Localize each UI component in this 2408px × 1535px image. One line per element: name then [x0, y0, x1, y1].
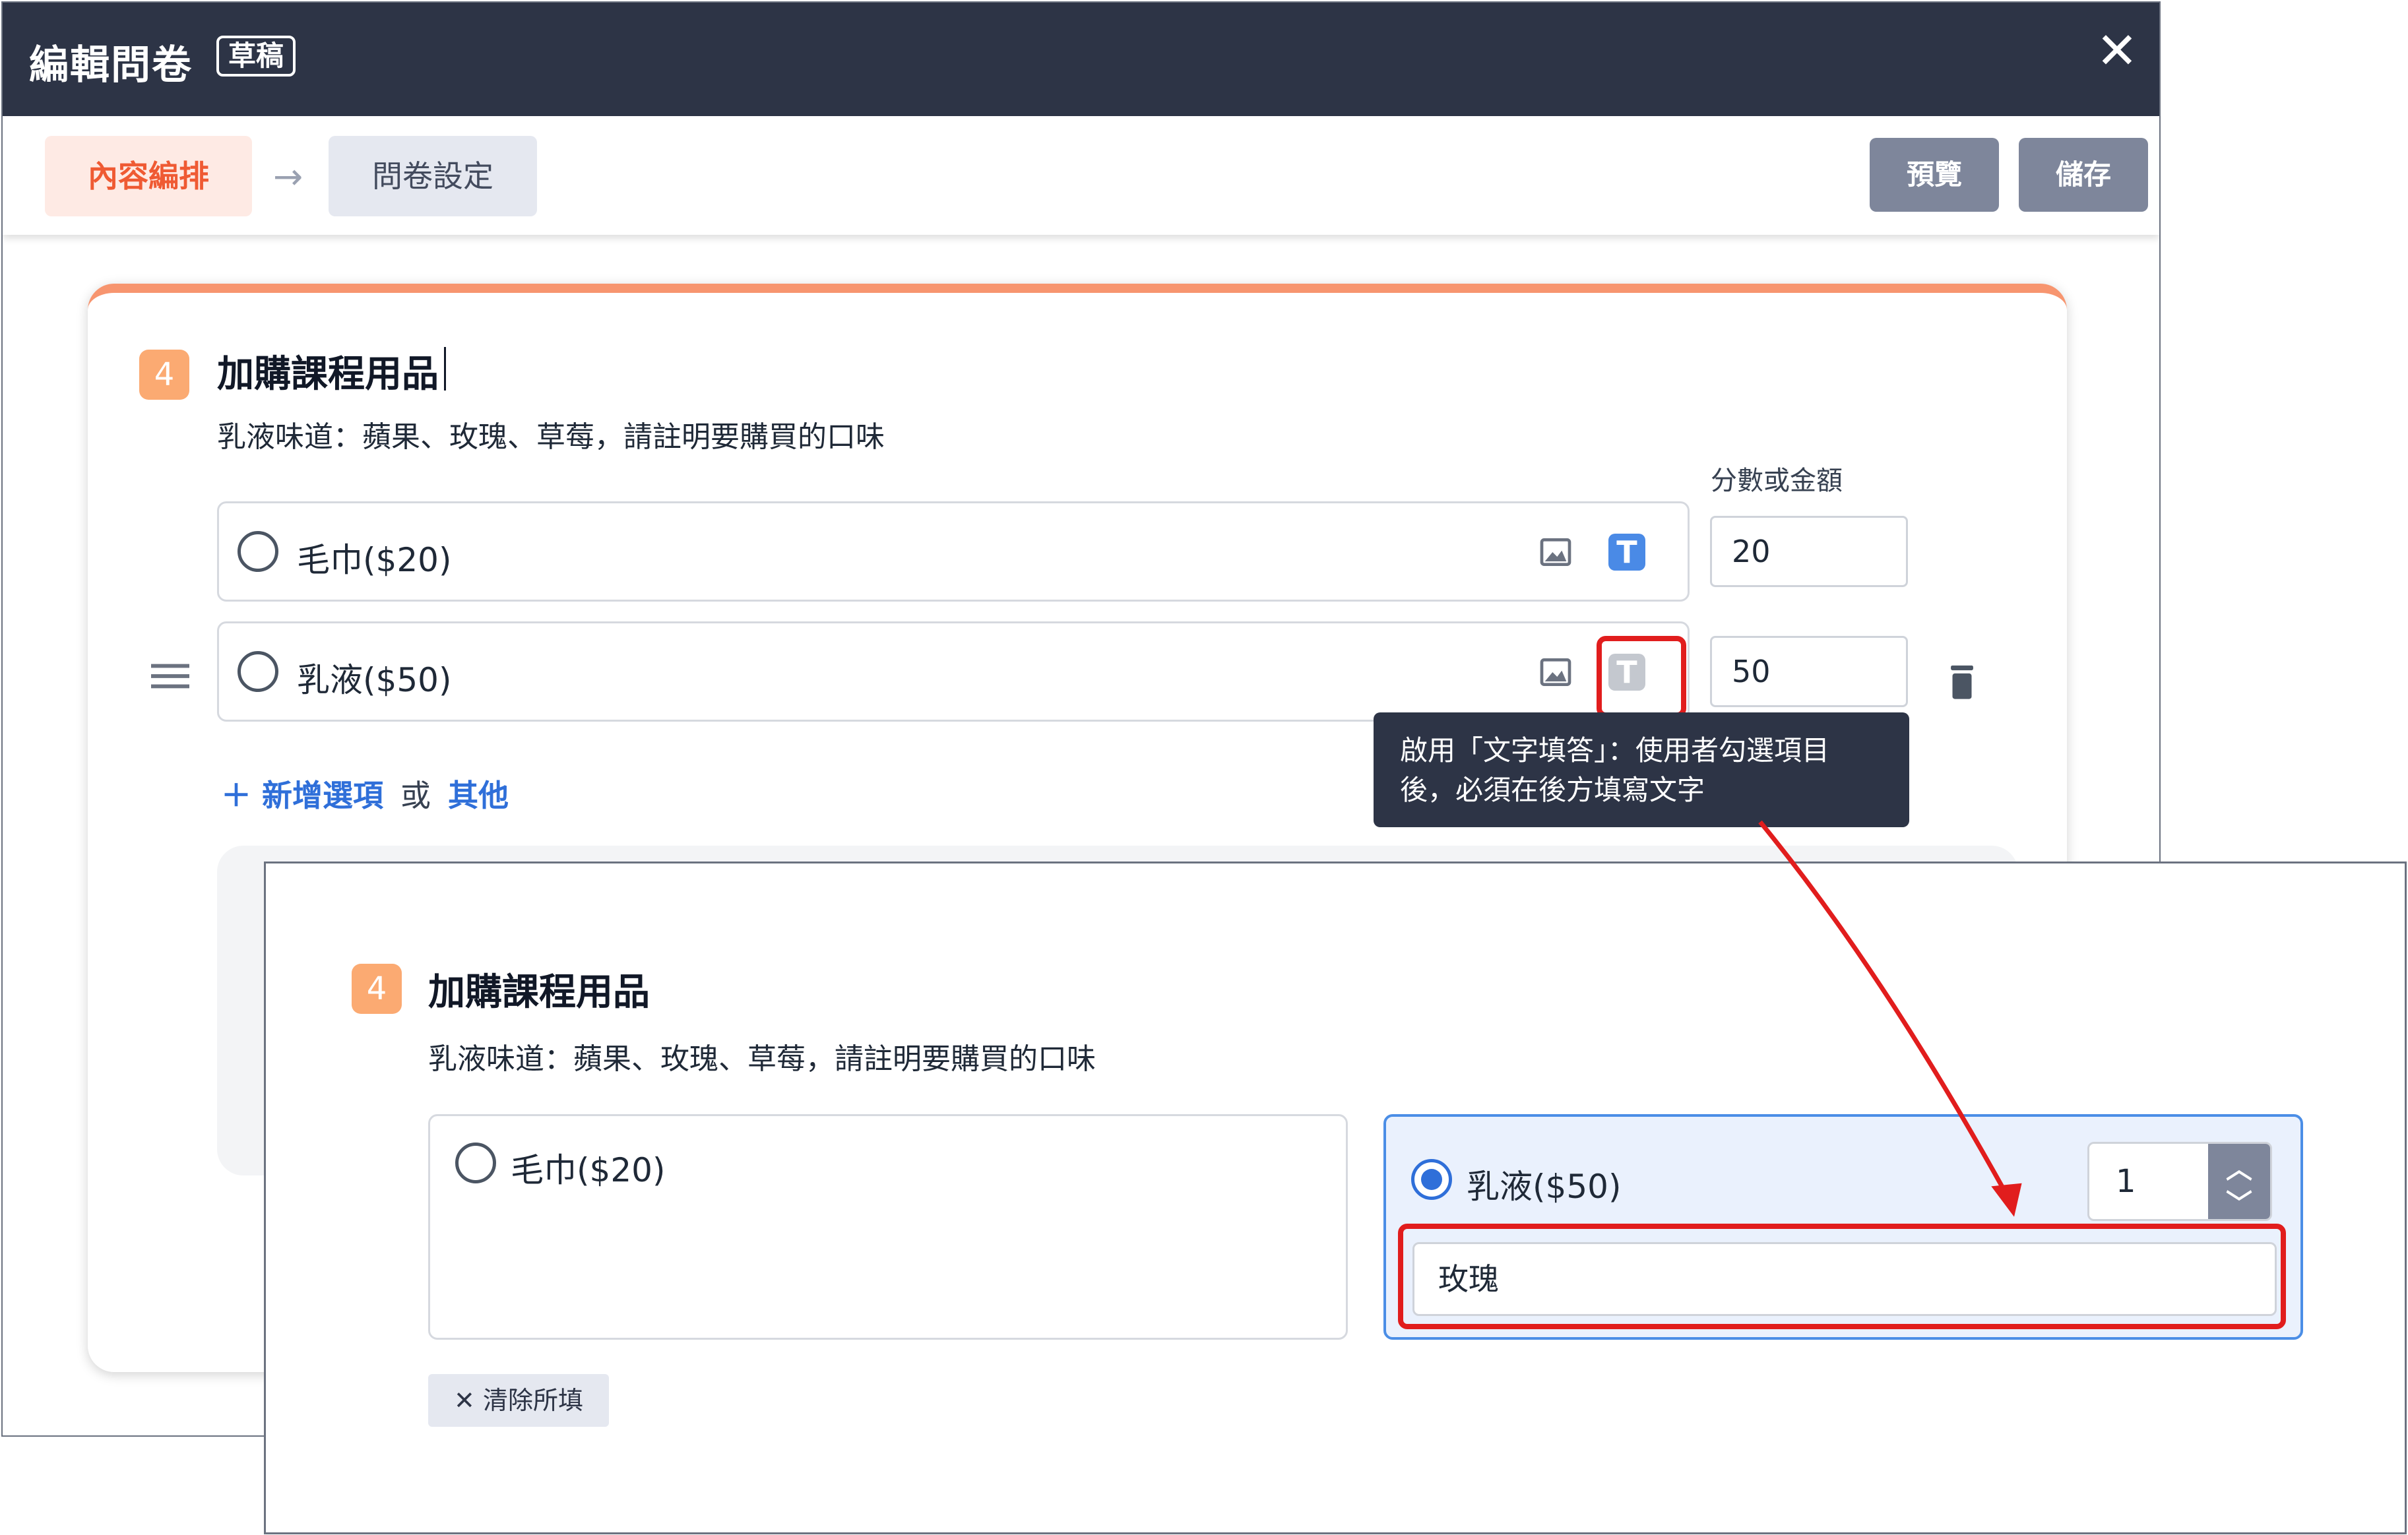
clear-answers-button[interactable]: ✕ 清除所填	[428, 1374, 609, 1427]
score-input[interactable]: 50	[1710, 636, 1908, 707]
editor-toolbar: 內容編排 → 問卷設定 預覽 儲存	[3, 116, 2159, 235]
image-icon[interactable]	[1537, 534, 1574, 571]
option-radio-selected[interactable]	[1411, 1159, 1452, 1200]
clear-answers-label: 清除所填	[482, 1386, 583, 1415]
save-button[interactable]: 儲存	[2019, 138, 2148, 212]
preview-button[interactable]: 預覽	[1870, 138, 1999, 212]
add-other-link[interactable]: 其他	[448, 778, 509, 813]
option-label[interactable]: 乳液($50)	[1467, 1160, 1621, 1208]
arrow-right-icon: →	[273, 156, 303, 197]
add-option-link[interactable]: ＋ 新增選項	[221, 778, 383, 813]
text-answer-icon[interactable]: T	[1608, 534, 1645, 571]
question-title: 加購課程用品	[428, 971, 650, 1014]
text-answer-field-highlight	[1398, 1224, 2286, 1329]
question-number-badge: 4	[139, 350, 189, 400]
chevron-up-icon[interactable]: ︿	[2208, 1148, 2270, 1186]
text-cursor	[444, 347, 446, 391]
option-row[interactable]: 毛巾($20) T	[217, 501, 1690, 602]
question-title-input[interactable]: 加購課程用品	[217, 344, 439, 398]
question-description: 乳液味道：蘋果、玫瑰、草莓，請註明要購買的口味	[428, 1042, 1096, 1076]
score-header: 分數或金額	[1711, 466, 1843, 496]
quantity-stepper[interactable]: 1 ︿ ﹀	[2087, 1142, 2272, 1221]
option-label[interactable]: 毛巾($20)	[297, 534, 451, 581]
step-survey-settings[interactable]: 問卷設定	[329, 136, 537, 216]
text-answer-highlight	[1597, 636, 1686, 718]
option-card[interactable]: 毛巾($20)	[428, 1114, 1348, 1340]
editor-title: 編輯問卷	[29, 42, 193, 88]
or-label: 或	[400, 778, 431, 813]
stepper-arrows[interactable]: ︿ ﹀	[2208, 1144, 2270, 1219]
close-icon[interactable]: ✕	[2094, 26, 2140, 76]
option-radio[interactable]	[455, 1143, 496, 1183]
trash-icon[interactable]	[1946, 662, 1979, 701]
chevron-down-icon[interactable]: ﹀	[2208, 1182, 2270, 1219]
preview-window: 4 加購課程用品 乳液味道：蘋果、玫瑰、草莓，請註明要購買的口味 毛巾($20)…	[264, 861, 2407, 1534]
question-number-badge: 4	[352, 964, 402, 1014]
score-input[interactable]: 20	[1710, 516, 1908, 587]
option-label[interactable]: 毛巾($20)	[511, 1144, 665, 1191]
close-icon: ✕	[454, 1386, 475, 1415]
option-radio[interactable]	[238, 531, 278, 572]
step-content-layout[interactable]: 內容編排	[45, 136, 252, 216]
editor-titlebar: 編輯問卷 草稿 ✕	[3, 3, 2159, 116]
option-row[interactable]: 乳液($50) T	[217, 621, 1690, 722]
option-label[interactable]: 乳液($50)	[297, 654, 451, 701]
image-icon[interactable]	[1537, 654, 1574, 691]
text-answer-tooltip: 啟用「文字填答」：使用者勾選項目後，必須在後方填寫文字	[1374, 712, 1909, 827]
add-option-row: ＋ 新增選項或其他	[221, 772, 509, 815]
option-radio[interactable]	[238, 651, 278, 692]
question-description[interactable]: 乳液味道：蘋果、玫瑰、草莓，請註明要購買的口味	[217, 413, 885, 455]
drag-handle-icon[interactable]	[151, 662, 189, 689]
quantity-value[interactable]: 1	[2116, 1144, 2136, 1219]
status-badge: 草稿	[216, 36, 296, 77]
